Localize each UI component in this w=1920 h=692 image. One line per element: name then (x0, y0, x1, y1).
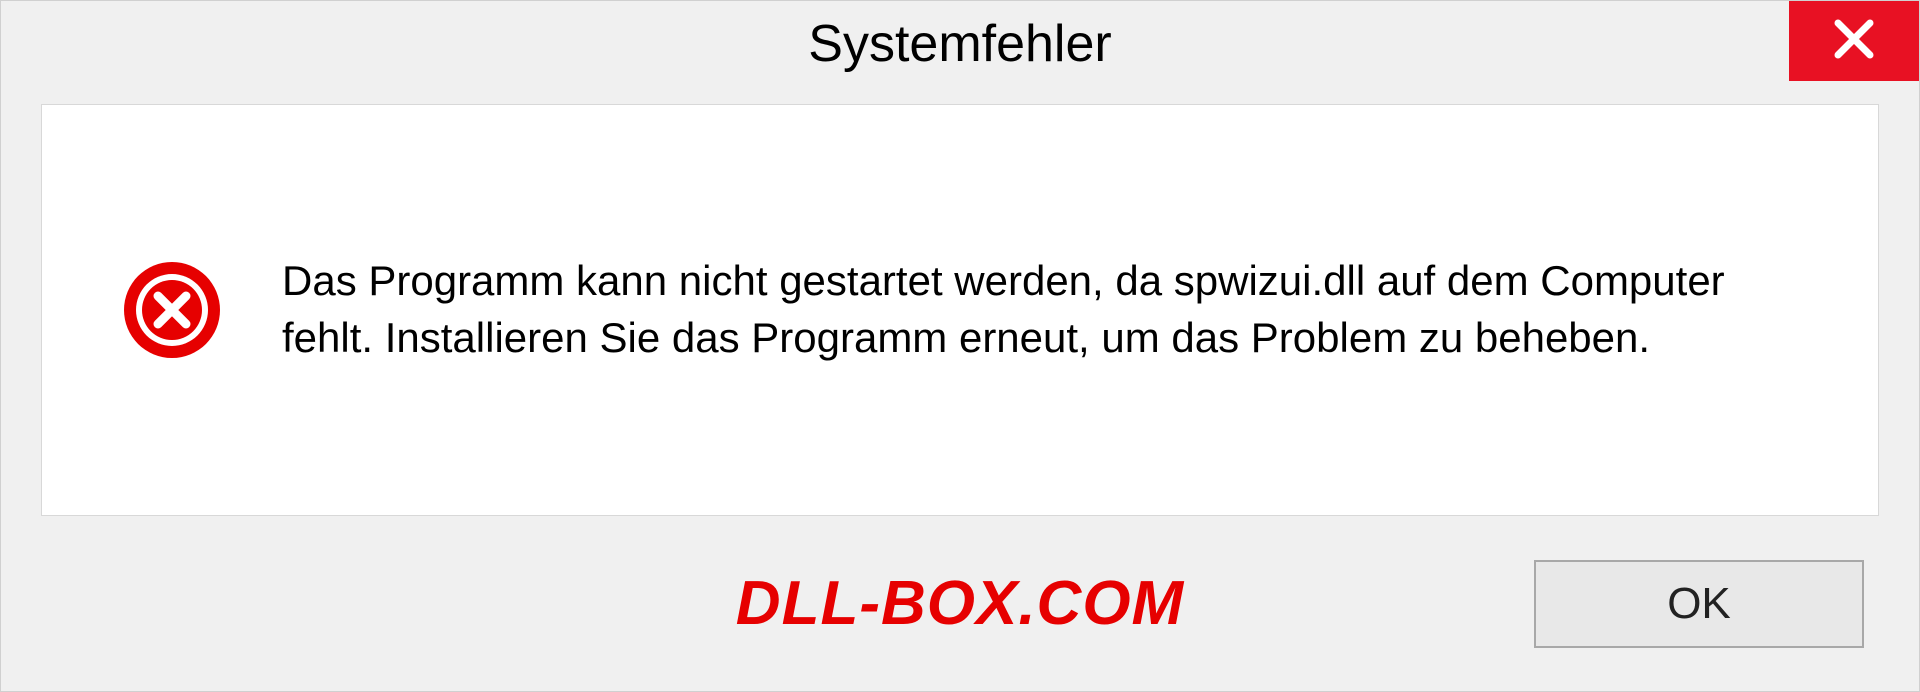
close-button[interactable] (1789, 1, 1919, 81)
close-icon (1830, 15, 1878, 68)
dialog-title: Systemfehler (808, 14, 1111, 74)
error-message: Das Programm kann nicht gestartet werden… (282, 253, 1798, 366)
error-dialog: Systemfehler Das Programm kann nicht ges… (0, 0, 1920, 692)
titlebar: Systemfehler (1, 1, 1919, 86)
content-panel: Das Programm kann nicht gestartet werden… (41, 104, 1879, 516)
error-icon (122, 260, 222, 360)
ok-button[interactable]: OK (1534, 560, 1864, 648)
dialog-footer: DLL-BOX.COM OK (1, 516, 1919, 691)
watermark-text: DLL-BOX.COM (736, 568, 1184, 639)
